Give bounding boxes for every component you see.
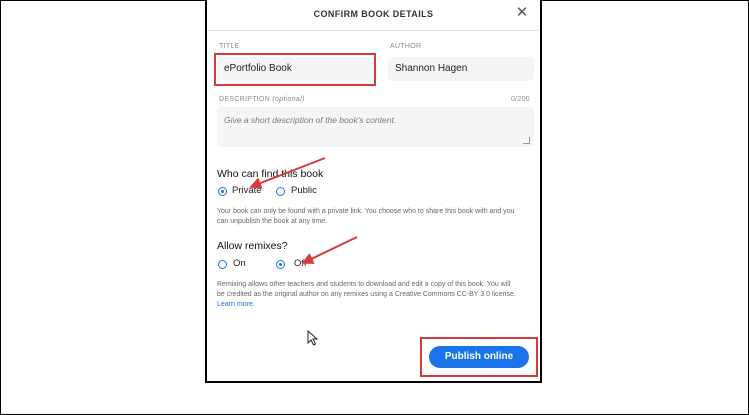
author-input[interactable]: Shannon Hagen <box>388 57 534 81</box>
description-counter: 0/200 <box>510 96 530 103</box>
title-highlight-annotation <box>214 53 376 86</box>
remixes-help-body: Remixing allows other teachers and stude… <box>217 281 516 298</box>
description-optional: (optional) <box>272 96 305 103</box>
learn-more-link[interactable]: Learn more. <box>217 301 255 308</box>
radio-public-label[interactable]: Public <box>291 185 317 196</box>
remixes-heading: Allow remixes? <box>217 240 288 252</box>
mouse-cursor-icon <box>307 330 319 346</box>
divider <box>207 30 540 31</box>
resize-handle-icon[interactable] <box>523 137 530 144</box>
radio-remix-on[interactable] <box>218 260 227 269</box>
arrow-to-off <box>301 236 358 264</box>
dialog-title: CONFIRM BOOK DETAILS <box>313 9 434 19</box>
visibility-heading: Who can find this book <box>217 168 324 180</box>
author-label: AUTHOR <box>390 43 422 50</box>
radio-remix-on-label[interactable]: On <box>233 258 246 269</box>
description-placeholder: Give a short description of the book's c… <box>224 115 397 125</box>
description-textarea[interactable]: Give a short description of the book's c… <box>217 107 534 147</box>
visibility-help-text: Your book can only be found with a priva… <box>217 208 515 225</box>
description-label: DESCRIPTION (optional) <box>219 96 305 103</box>
remixes-help-text: Remixing allows other teachers and stude… <box>217 280 517 310</box>
radio-private[interactable] <box>218 187 227 196</box>
radio-remix-off-label[interactable]: Off <box>294 258 307 269</box>
close-icon[interactable]: ✕ <box>514 5 530 21</box>
title-label: TITLE <box>219 43 240 50</box>
confirm-book-dialog: CONFIRM BOOK DETAILS ✕ TITLE ePortfolio … <box>205 0 542 383</box>
radio-public[interactable] <box>276 187 285 196</box>
description-label-text: DESCRIPTION <box>219 96 271 103</box>
publish-online-button[interactable]: Publish online <box>429 346 529 368</box>
radio-remix-off[interactable] <box>276 260 285 269</box>
radio-private-label[interactable]: Private <box>232 185 262 196</box>
